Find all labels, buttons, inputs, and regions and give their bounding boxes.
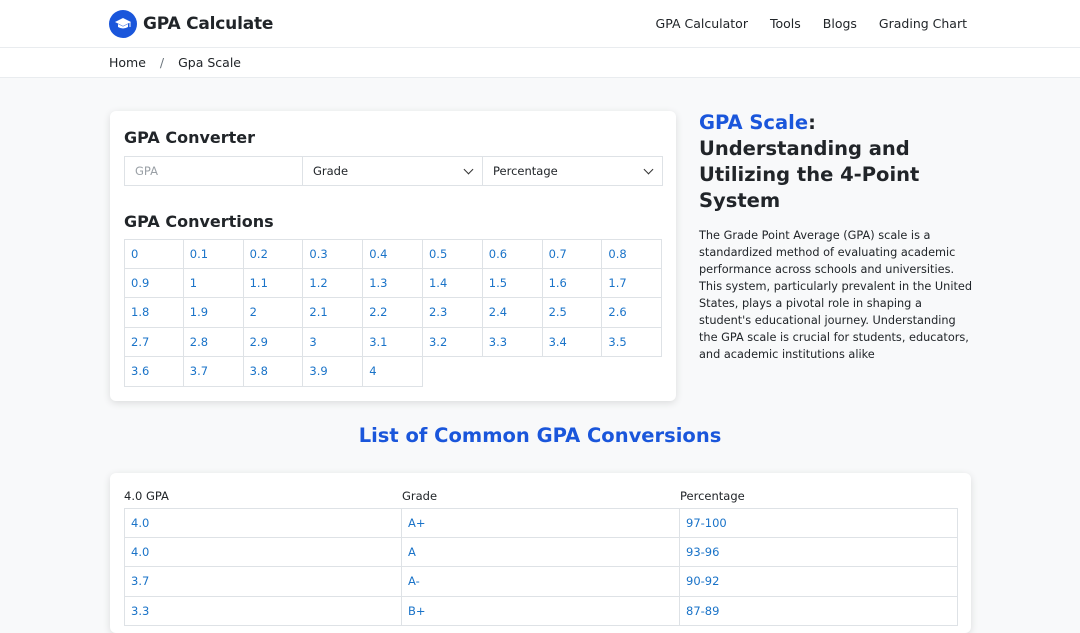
table-row: 4.0 A 93-96 [124,537,958,567]
gpa-value-link[interactable]: 3.5 [602,327,663,357]
gpa-value-link[interactable]: 2.4 [482,298,543,328]
percentage-cell[interactable]: 93-96 [680,537,958,567]
gpa-value-link[interactable]: 2.5 [542,298,603,328]
breadcrumb-home[interactable]: Home [109,55,146,70]
gpa-value-link[interactable]: 1.7 [602,268,663,298]
percentage-cell[interactable]: 90-92 [680,567,958,597]
col-header-grade: Grade [402,489,438,503]
gpa-value-link[interactable]: 0.9 [124,268,184,298]
gpa-value-link[interactable]: 1.1 [243,268,304,298]
grade-cell[interactable]: A [402,537,680,567]
gpa-value-link[interactable]: 0.5 [422,239,483,269]
gpa-value-link[interactable]: 2.8 [183,327,244,357]
grade-select-value: Grade [313,164,349,178]
nav-grading-chart[interactable]: Grading Chart [879,16,967,31]
gpa-value-link[interactable]: 3 [303,327,364,357]
converter-inputs: GPA Grade Percentage [124,156,663,186]
gpa-value-link[interactable]: 1 [183,268,244,298]
percentage-select-value: Percentage [493,164,558,178]
table-row: 4.0 A+ 97-100 [124,508,958,538]
gpa-value-link[interactable]: 2.7 [124,327,184,357]
main-nav: GPA Calculator Tools Blogs Grading Chart [656,16,967,31]
gpa-value-link[interactable]: 1.5 [482,268,543,298]
gpa-value-link[interactable]: 2.1 [303,298,364,328]
nav-tools[interactable]: Tools [770,16,801,31]
logo-text: GPA Calculate [143,14,274,34]
grade-cell[interactable]: B+ [402,596,680,626]
gpa-value-link[interactable]: 0.8 [602,239,663,269]
gpa-value-link[interactable]: 1.4 [422,268,483,298]
gpa-value-link[interactable]: 0.1 [183,239,244,269]
gpa-value-link[interactable]: 4 [363,357,423,387]
common-conversions-title: List of Common GPA Conversions [358,424,722,447]
article-title: GPA Scale: Understanding and Utilizing t… [699,110,974,214]
breadcrumb-current: Gpa Scale [178,55,241,70]
gpa-value-link[interactable]: 0.7 [542,239,603,269]
table-row: 3.3 B+ 87-89 [124,596,958,626]
gpa-cell[interactable]: 4.0 [124,537,402,567]
gpa-value-link[interactable]: 0.4 [363,239,423,269]
article-title-highlight[interactable]: GPA Scale [699,111,808,134]
col-header-gpa: 4.0 GPA [124,489,169,503]
chevron-down-icon [463,164,474,174]
article-body: The Grade Point Average (GPA) scale is a… [699,229,973,361]
gpa-value-link[interactable]: 3.2 [422,327,483,357]
gpa-value-link[interactable]: 1.6 [542,268,603,298]
gpa-value-link[interactable]: 3.4 [542,327,603,357]
converter-title: GPA Converter [124,128,256,147]
common-conversions-card: 4.0 GPA Grade Percentage 4.0 A+ 97-100 4.0 A… [110,473,971,633]
gpa-value-link[interactable]: 0.6 [482,239,543,269]
table-row: 3.7 A- 90-92 [124,567,958,597]
gpa-cell[interactable]: 4.0 [124,508,402,538]
gpa-value-link[interactable]: 0 [124,239,184,269]
nav-gpa-calculator[interactable]: GPA Calculator [656,16,748,31]
grade-select[interactable]: Grade [303,156,483,186]
conversions-title: GPA Convertions [124,212,274,231]
table-body: 4.0 A+ 97-100 4.0 A 93-96 3.7 A- 90-92 3.3 B+ 87-89 [124,508,958,626]
gpa-cell[interactable]: 3.3 [124,596,402,626]
gpa-value-link[interactable]: 2.9 [243,327,304,357]
gpa-conversions-grid: 0 0.1 0.2 0.3 0.4 0.5 0.6 0.7 0.8 0.9 1 1.1 1.2 1.3 1.… [124,239,663,387]
chevron-down-icon [643,164,654,174]
gpa-value-link[interactable]: 3.6 [124,357,184,387]
gpa-value-link[interactable]: 2.6 [602,298,663,328]
gpa-value-link[interactable]: 1.3 [363,268,423,298]
table-header: 4.0 GPA Grade Percentage [124,489,958,503]
gpa-value-link[interactable]: 0.2 [243,239,304,269]
gpa-cell[interactable]: 3.7 [124,567,402,597]
gpa-value-link[interactable]: 1.9 [183,298,244,328]
gpa-value-link[interactable]: 3.9 [303,357,364,387]
gpa-input-placeholder: GPA [135,164,158,178]
gpa-value-link[interactable]: 3.7 [183,357,244,387]
graduation-cap-icon [109,10,137,38]
grade-cell[interactable]: A+ [402,508,680,538]
gpa-value-link[interactable]: 0.3 [303,239,364,269]
gpa-value-link[interactable]: 2 [243,298,304,328]
breadcrumb: Home / Gpa Scale [0,48,1080,78]
gpa-value-link[interactable]: 1.8 [124,298,184,328]
article: GPA Scale: Understanding and Utilizing t… [699,110,974,363]
gpa-value-link[interactable]: 2.2 [363,298,423,328]
gpa-converter-card: GPA Converter GPA Grade Percentage GPA C… [110,111,676,401]
gpa-value-link[interactable]: 3.1 [363,327,423,357]
percentage-cell[interactable]: 97-100 [680,508,958,538]
gpa-value-link[interactable]: 3.8 [243,357,304,387]
gpa-input[interactable]: GPA [124,156,303,186]
grade-cell[interactable]: A- [402,567,680,597]
breadcrumb-separator: / [159,55,165,70]
col-header-percentage: Percentage [680,489,745,503]
nav-blogs[interactable]: Blogs [823,16,857,31]
gpa-value-link[interactable]: 3.3 [482,327,543,357]
logo[interactable]: GPA Calculate [109,10,273,38]
gpa-value-link[interactable]: 1.2 [303,268,364,298]
gpa-value-link[interactable]: 2.3 [422,298,483,328]
percentage-cell[interactable]: 87-89 [680,596,958,626]
site-header: GPA Calculate GPA Calculator Tools Blogs… [0,0,1080,48]
percentage-select[interactable]: Percentage [483,156,663,186]
